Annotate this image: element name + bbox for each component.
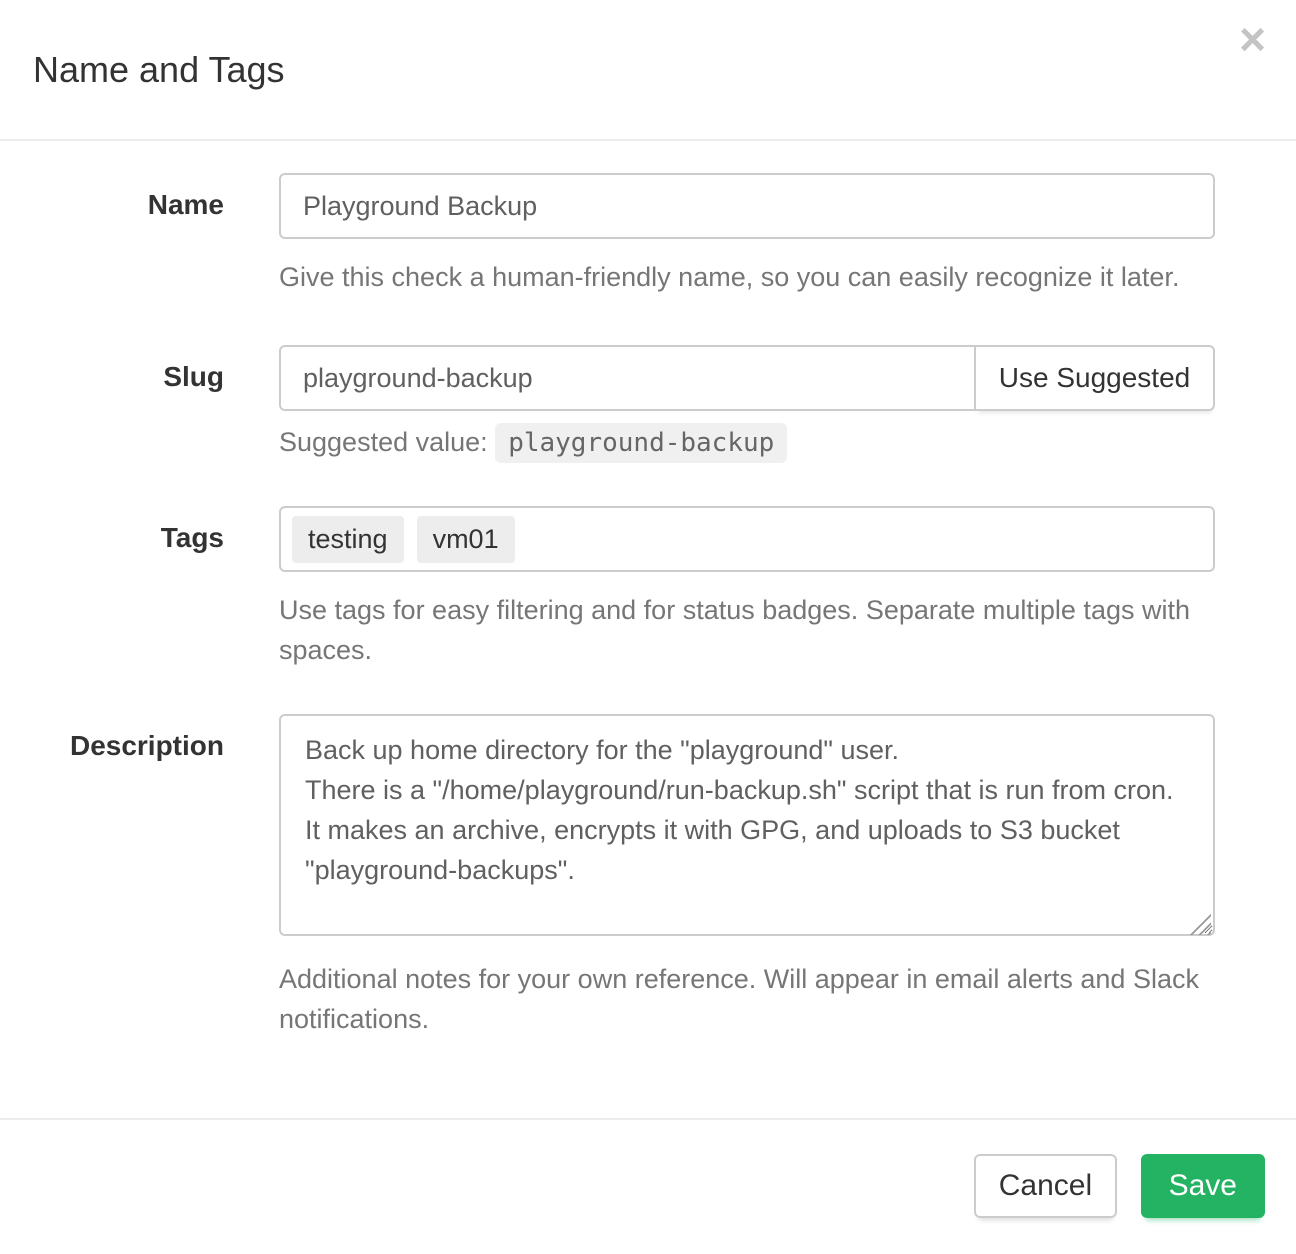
dialog-body: Name Give this check a human-friendly na… — [0, 141, 1296, 1118]
close-icon[interactable]: × — [1239, 16, 1266, 62]
tags-field-row: Tags testing vm01 Use tags for easy filt… — [0, 506, 1296, 670]
description-help-text: Additional notes for your own reference.… — [279, 959, 1215, 1039]
use-suggested-button[interactable]: Use Suggested — [974, 345, 1215, 411]
dialog-header: Name and Tags × — [0, 0, 1296, 141]
cancel-button[interactable]: Cancel — [974, 1154, 1117, 1218]
slug-field-row: Slug Use Suggested Suggested value: play… — [0, 345, 1296, 458]
description-label: Description — [0, 714, 250, 762]
tags-label: Tags — [0, 506, 250, 554]
suggested-value-line: Suggested value: playground-backup — [279, 427, 1215, 458]
save-button[interactable]: Save — [1141, 1154, 1265, 1218]
dialog-footer: Cancel Save — [0, 1118, 1296, 1254]
name-and-tags-dialog: Name and Tags × Name Give this check a h… — [0, 0, 1296, 1254]
description-textarea[interactable]: Back up home directory for the "playgrou… — [279, 714, 1215, 936]
tags-input[interactable]: testing vm01 — [279, 506, 1215, 572]
tag-chip: testing — [292, 516, 404, 563]
name-field-row: Name Give this check a human-friendly na… — [0, 173, 1296, 297]
name-help-text: Give this check a human-friendly name, s… — [279, 257, 1215, 297]
dialog-title: Name and Tags — [33, 49, 285, 91]
suggested-value-code: playground-backup — [495, 423, 787, 463]
suggested-value-prefix: Suggested value: — [279, 427, 488, 457]
slug-label: Slug — [0, 345, 250, 393]
tags-help-text: Use tags for easy filtering and for stat… — [279, 590, 1215, 670]
tag-chip: vm01 — [417, 516, 515, 563]
description-field-row: Description Back up home directory for t… — [0, 714, 1296, 1039]
slug-input[interactable] — [279, 345, 976, 411]
name-input[interactable] — [279, 173, 1215, 239]
name-label: Name — [0, 173, 250, 221]
